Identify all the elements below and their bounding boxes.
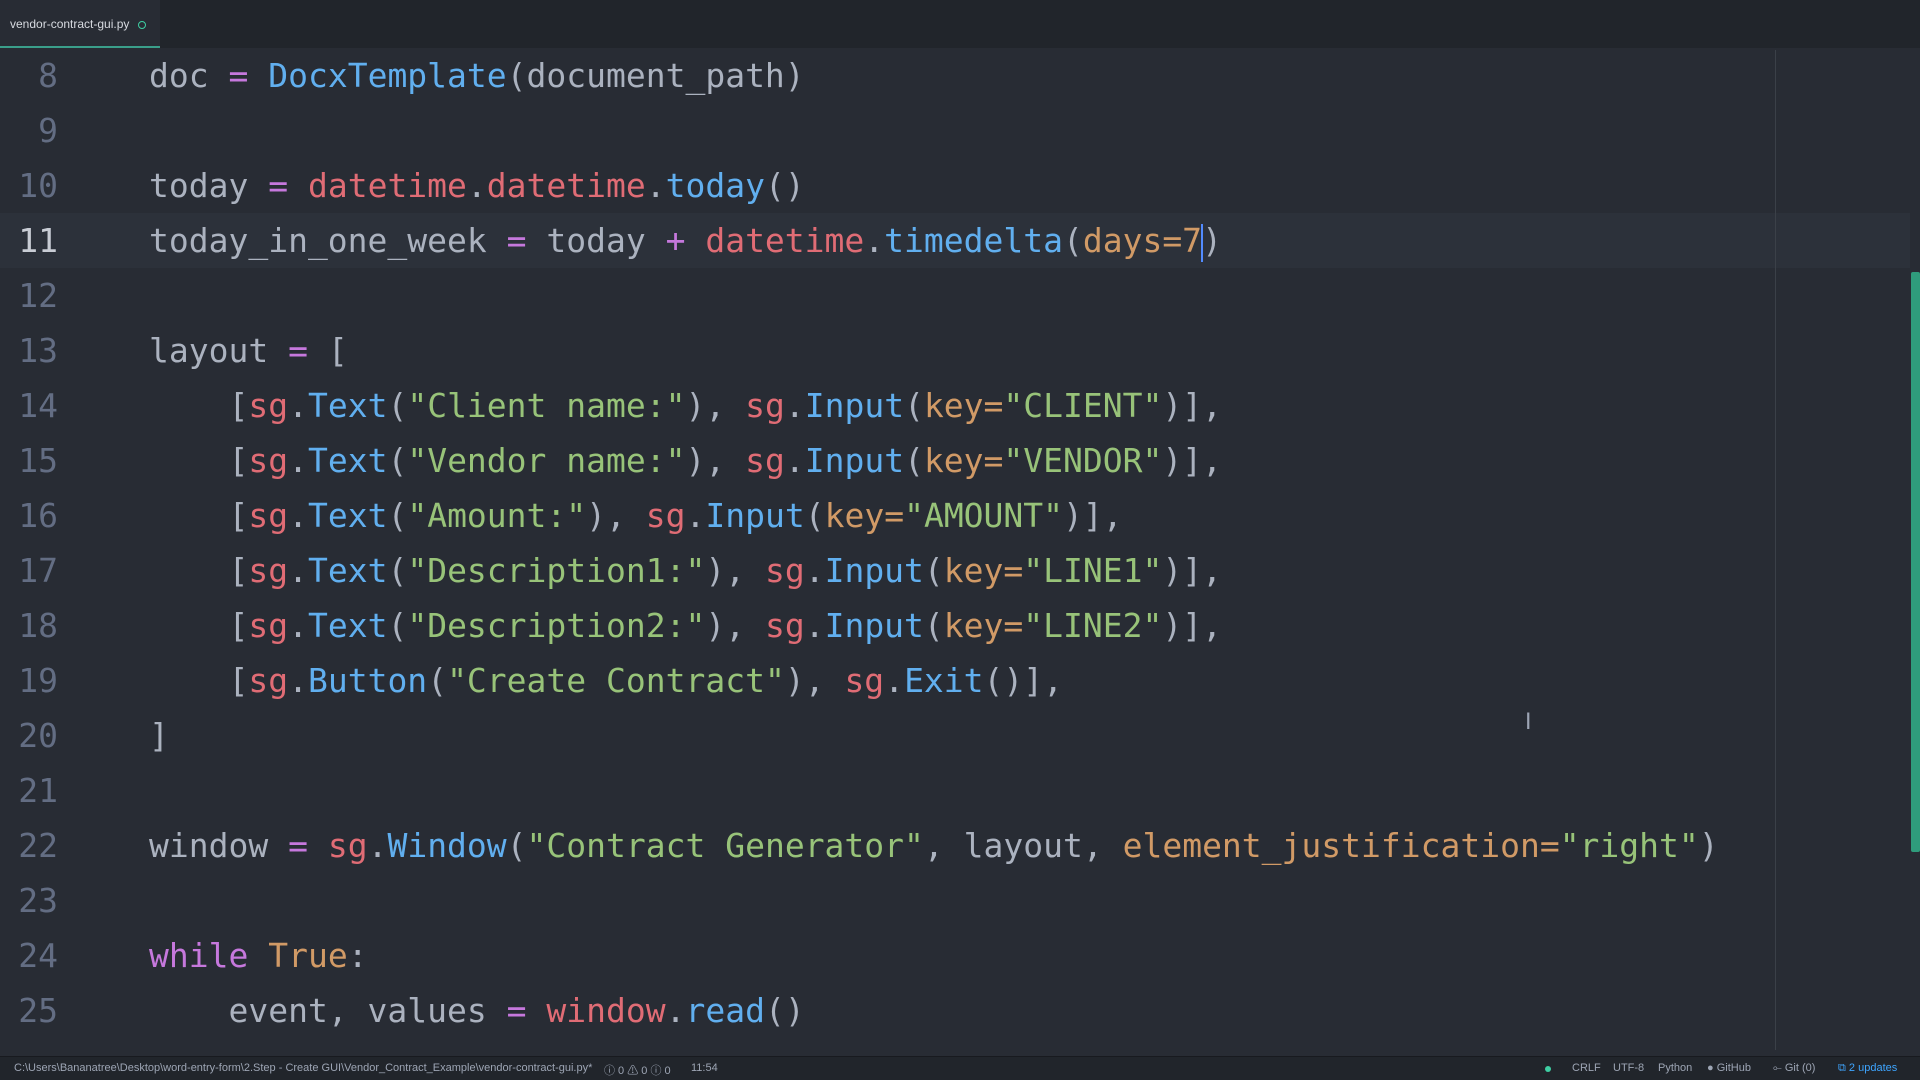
code-line: 9 bbox=[0, 103, 1910, 158]
code-text: layout = [ bbox=[149, 331, 348, 370]
code-line: 18 [sg.Text("Description2:"), sg.Input(k… bbox=[0, 598, 1910, 653]
status-bar: C:\Users\Bananatree\Desktop\word-entry-f… bbox=[0, 1056, 1920, 1080]
tab-title: vendor-contract-gui.py bbox=[10, 17, 130, 31]
code-editor[interactable]: 8 doc = DocxTemplate(document_path) 9 10… bbox=[0, 48, 1920, 1056]
code-text: event, values = window.read() bbox=[149, 991, 805, 1030]
line-number: 8 bbox=[38, 56, 58, 95]
status-dot-icon bbox=[1545, 1066, 1551, 1072]
line-ending[interactable]: CRLF bbox=[1572, 1062, 1601, 1074]
line-number: 18 bbox=[18, 606, 58, 645]
vertical-scrollbar[interactable] bbox=[1911, 272, 1920, 852]
code-text: window = sg.Window("Contract Generator",… bbox=[149, 826, 1719, 865]
line-number: 23 bbox=[18, 881, 58, 920]
code-line: 10 today = datetime.datetime.today() bbox=[0, 158, 1910, 213]
code-text: [sg.Text("Vendor name:"), sg.Input(key="… bbox=[149, 441, 1222, 480]
encoding[interactable]: UTF-8 bbox=[1613, 1062, 1644, 1074]
code-line: 13 layout = [ bbox=[0, 323, 1910, 378]
code-text: today_in_one_week = today + datetime.tim… bbox=[149, 221, 1222, 262]
line-number: 11 bbox=[18, 221, 58, 260]
code-line: 19 [sg.Button("Create Contract"), sg.Exi… bbox=[0, 653, 1910, 708]
code-text: [sg.Text("Amount:"), sg.Input(key="AMOUN… bbox=[149, 496, 1123, 535]
code-line: 21 bbox=[0, 763, 1910, 818]
github-icon: ● bbox=[1707, 1062, 1714, 1074]
diagnostics-counts[interactable]: ⓘ 0 ⚠ 0 ⓘ 0 bbox=[604, 1062, 671, 1078]
tab-vendor-contract-gui[interactable]: vendor-contract-gui.py bbox=[0, 0, 160, 48]
github-button[interactable]: ● GitHub bbox=[1707, 1062, 1751, 1074]
file-path[interactable]: C:\Users\Bananatree\Desktop\word-entry-f… bbox=[14, 1062, 592, 1074]
cursor-position[interactable]: 11:54 bbox=[691, 1062, 718, 1074]
code-line: 15 [sg.Text("Vendor name:"), sg.Input(ke… bbox=[0, 433, 1910, 488]
code-text: today = datetime.datetime.today() bbox=[149, 166, 805, 205]
wrap-guide bbox=[1775, 50, 1776, 1050]
code-line: 17 [sg.Text("Description1:"), sg.Input(k… bbox=[0, 543, 1910, 598]
line-number: 12 bbox=[18, 276, 58, 315]
code-text: ] bbox=[149, 716, 169, 755]
code-text: [sg.Text("Description2:"), sg.Input(key=… bbox=[149, 606, 1222, 645]
line-number: 24 bbox=[18, 936, 58, 975]
code-line: 25 event, values = window.read() bbox=[0, 983, 1910, 1038]
code-line: 22 window = sg.Window("Contract Generato… bbox=[0, 818, 1910, 873]
line-number: 14 bbox=[18, 386, 58, 425]
code-line: 24 while True: bbox=[0, 928, 1910, 983]
code-line: 14 [sg.Text("Client name:"), sg.Input(ke… bbox=[0, 378, 1910, 433]
updates-icon: ⧉ bbox=[1838, 1062, 1846, 1074]
code-line: 12 bbox=[0, 268, 1910, 323]
code-text: [sg.Text("Client name:"), sg.Input(key="… bbox=[149, 386, 1222, 425]
code-line: 8 doc = DocxTemplate(document_path) bbox=[0, 48, 1910, 103]
code-text: [sg.Button("Create Contract"), sg.Exit()… bbox=[149, 661, 1064, 700]
line-number: 20 bbox=[18, 716, 58, 755]
code-line: 23 bbox=[0, 873, 1910, 928]
code-line: 16 [sg.Text("Amount:"), sg.Input(key="AM… bbox=[0, 488, 1910, 543]
code-line-active: 11 today_in_one_week = today + datetime.… bbox=[0, 213, 1910, 268]
line-number: 16 bbox=[18, 496, 58, 535]
tab-bar: vendor-contract-gui.py bbox=[0, 0, 1920, 48]
line-number: 9 bbox=[38, 111, 58, 150]
line-number: 17 bbox=[18, 551, 58, 590]
git-button[interactable]: ⟜ Git (0) bbox=[1773, 1062, 1815, 1075]
line-number: 10 bbox=[18, 166, 58, 205]
ibeam-cursor-icon: I bbox=[1525, 710, 1532, 735]
grammar[interactable]: Python bbox=[1658, 1062, 1692, 1074]
line-number: 21 bbox=[18, 771, 58, 810]
line-number: 13 bbox=[18, 331, 58, 370]
line-number: 25 bbox=[18, 991, 58, 1030]
code-line: 20 ] bbox=[0, 708, 1910, 763]
line-number: 22 bbox=[18, 826, 58, 865]
line-number: 19 bbox=[18, 661, 58, 700]
code-text: while True: bbox=[149, 936, 368, 975]
code-text: doc = DocxTemplate(document_path) bbox=[149, 56, 805, 95]
git-icon: ⟜ bbox=[1773, 1062, 1782, 1074]
modified-indicator-icon[interactable] bbox=[138, 21, 146, 29]
code-text: [sg.Text("Description1:"), sg.Input(key=… bbox=[149, 551, 1222, 590]
line-number: 15 bbox=[18, 441, 58, 480]
updates-button[interactable]: ⧉ 2 updates bbox=[1838, 1062, 1897, 1075]
